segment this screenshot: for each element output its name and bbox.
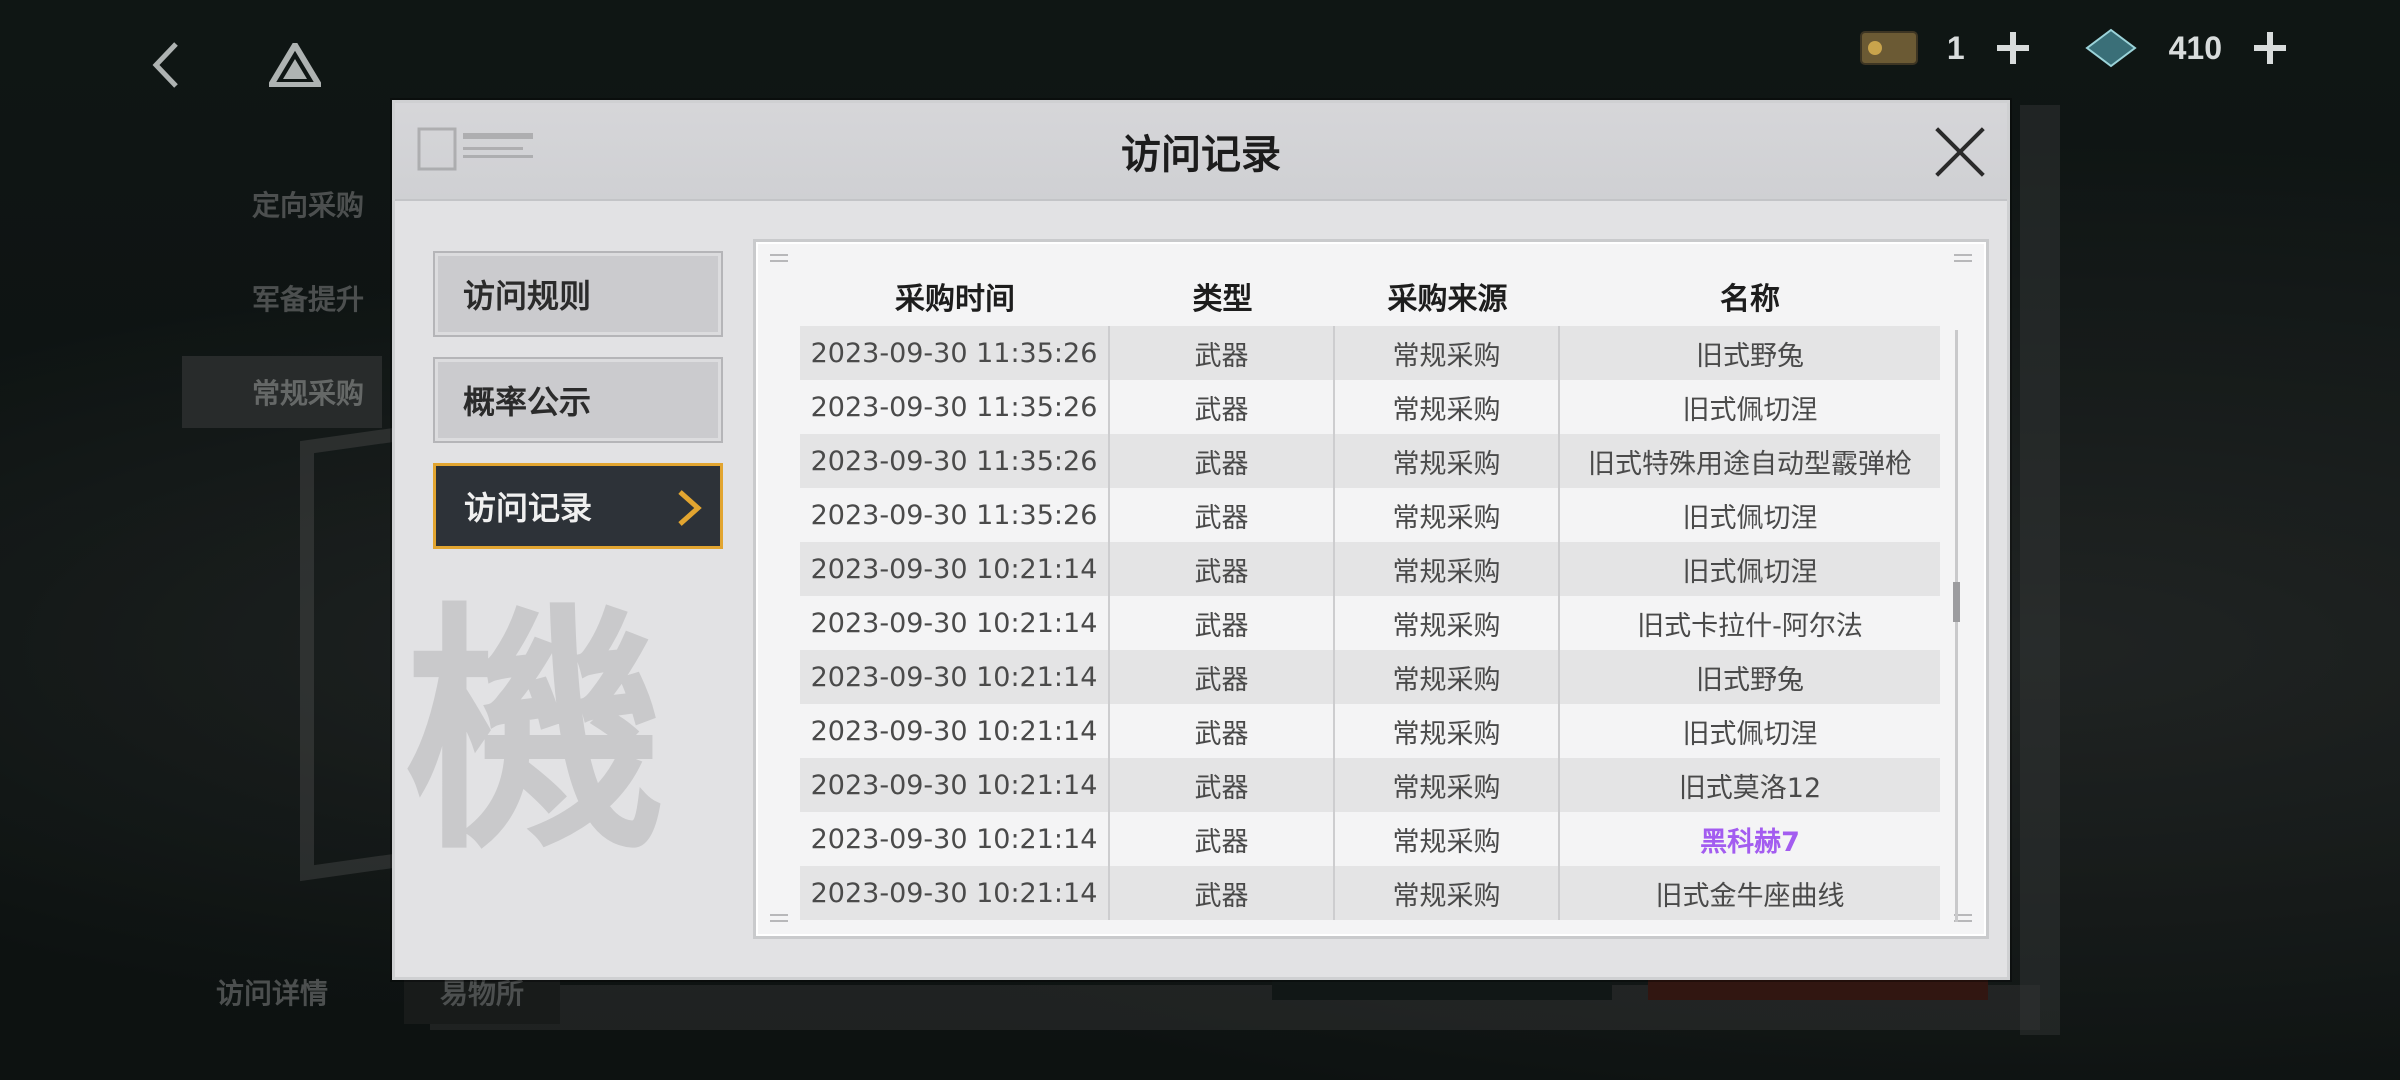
modal-title: 访问记录 [1121, 132, 1281, 178]
record-table-panel: 采购时间 类型 采购来源 名称 2023-09-30 11:35:26 武器 常… [753, 239, 1989, 939]
cell-time: 2023-09-30 10:21:14 [800, 650, 1110, 704]
add-resource-2-button[interactable] [2250, 28, 2290, 68]
cell-name: 旧式佩切涅 [1682, 556, 1818, 588]
table-scrollbar[interactable] [1955, 330, 1958, 922]
crystal-resource-icon [2084, 28, 2137, 68]
cell-source: 常规采购 [1335, 326, 1560, 380]
cell-time: 2023-09-30 11:35:26 [800, 326, 1110, 380]
cell-name: 旧式卡拉什-阿尔法 [1637, 610, 1863, 642]
cell-name: 旧式特殊用途自动型霰弹枪 [1588, 448, 1912, 480]
chevron-right-icon [678, 490, 702, 526]
watermark-glyph: 機 [405, 580, 665, 885]
cell-source: 常规采购 [1335, 704, 1560, 758]
header-source: 采购来源 [1387, 282, 1508, 317]
table-row: 2023-09-30 11:35:26 武器 常规采购 旧式佩切涅 [800, 488, 1940, 542]
cell-name: 旧式野兔 [1696, 664, 1804, 696]
cell-source: 常规采购 [1335, 380, 1560, 434]
cell-name: 旧式佩切涅 [1682, 394, 1818, 426]
cell-type: 武器 [1110, 542, 1335, 596]
table-row: 2023-09-30 10:21:14 武器 常规采购 黑科赫7 [800, 812, 1940, 866]
brand-logo-icon [417, 127, 533, 171]
cell-source: 常规采购 [1335, 650, 1560, 704]
cell-type: 武器 [1110, 866, 1335, 920]
tab-label: 访问记录 [464, 489, 593, 527]
table-row: 2023-09-30 10:21:14 武器 常规采购 旧式野兔 [800, 650, 1940, 704]
cell-type: 武器 [1110, 326, 1335, 380]
corner-mark [770, 254, 788, 262]
table-row: 2023-09-30 10:21:14 武器 常规采购 旧式莫洛12 [800, 758, 1940, 812]
cell-name: 旧式莫洛12 [1678, 772, 1822, 804]
cell-time: 2023-09-30 10:21:14 [800, 542, 1110, 596]
table-row: 2023-09-30 10:21:14 武器 常规采购 旧式佩切涅 [800, 542, 1940, 596]
table-row: 2023-09-30 10:21:14 武器 常规采购 旧式佩切涅 [800, 704, 1940, 758]
modal-side-tabs: 访问规则 概率公示 访问记录 [433, 251, 723, 569]
home-logo-button[interactable] [260, 30, 330, 100]
cell-type: 武器 [1110, 488, 1335, 542]
cell-name: 旧式野兔 [1696, 340, 1804, 372]
cell-time: 2023-09-30 11:35:26 [800, 488, 1110, 542]
cell-source: 常规采购 [1335, 758, 1560, 812]
tab-label: 访问规则 [463, 277, 592, 315]
cell-name: 旧式佩切涅 [1682, 502, 1818, 534]
cell-time: 2023-09-30 11:35:26 [800, 380, 1110, 434]
table-scroll-thumb[interactable] [1953, 582, 1960, 622]
modal-header: 访问记录 [395, 103, 2007, 201]
cell-type: 武器 [1110, 812, 1335, 866]
cell-source: 常规采购 [1335, 434, 1560, 488]
resource-1-count: 1 [1946, 29, 1965, 66]
back-button[interactable] [140, 30, 190, 100]
cell-source: 常规采购 [1335, 866, 1560, 920]
cell-time: 2023-09-30 10:21:14 [800, 866, 1110, 920]
cell-time: 2023-09-30 11:35:26 [800, 434, 1110, 488]
cell-type: 武器 [1110, 704, 1335, 758]
tab-probability[interactable]: 概率公示 [433, 357, 723, 443]
table-header: 采购时间 类型 采购来源 名称 [800, 268, 1940, 324]
table-row: 2023-09-30 11:35:26 武器 常规采购 旧式佩切涅 [800, 380, 1940, 434]
table-row: 2023-09-30 10:21:14 武器 常规采购 旧式卡拉什-阿尔法 [800, 596, 1940, 650]
close-button[interactable] [1931, 123, 1989, 181]
cell-type: 武器 [1110, 380, 1335, 434]
top-left-controls [140, 30, 330, 100]
table-row: 2023-09-30 11:35:26 武器 常规采购 旧式野兔 [800, 326, 1940, 380]
header-type: 类型 [1192, 282, 1253, 317]
corner-mark [770, 914, 788, 922]
header-purchase-time: 采购时间 [895, 282, 1015, 317]
cell-time: 2023-09-30 10:21:14 [800, 596, 1110, 650]
triangle-logo-icon [269, 43, 321, 87]
tab-access-rules[interactable]: 访问规则 [433, 251, 723, 337]
cell-source: 常规采购 [1335, 542, 1560, 596]
cell-type: 武器 [1110, 434, 1335, 488]
access-record-modal: 访问记录 访问规则 概率公示 访问记录 機 采购时间 类型 采购来源 名称 20… [392, 100, 2010, 980]
cell-type: 武器 [1110, 650, 1335, 704]
resource-2-count: 410 [2168, 29, 2222, 66]
cell-source: 常规采购 [1335, 596, 1560, 650]
chevron-left-icon [152, 42, 178, 88]
cell-name: 旧式佩切涅 [1682, 718, 1818, 750]
cell-time: 2023-09-30 10:21:14 [800, 812, 1110, 866]
tab-label: 概率公示 [463, 383, 592, 421]
cell-source: 常规采购 [1335, 812, 1560, 866]
cell-name: 旧式金牛座曲线 [1655, 880, 1845, 912]
header-name: 名称 [1720, 282, 1780, 317]
cell-time: 2023-09-30 10:21:14 [800, 758, 1110, 812]
resource-bar: 1 410 [1859, 28, 2290, 68]
cell-type: 武器 [1110, 758, 1335, 812]
add-resource-1-button[interactable] [1993, 28, 2033, 68]
table-row: 2023-09-30 10:21:14 武器 常规采购 旧式金牛座曲线 [800, 866, 1940, 920]
cell-time: 2023-09-30 10:21:14 [800, 704, 1110, 758]
ticket-resource-icon [1859, 31, 1918, 65]
cell-type: 武器 [1110, 596, 1335, 650]
corner-mark [1954, 254, 1972, 262]
cell-source: 常规采购 [1335, 488, 1560, 542]
cell-name-rare: 黑科赫7 [1700, 826, 1800, 858]
tab-access-record[interactable]: 访问记录 [433, 463, 723, 549]
table-body: 2023-09-30 11:35:26 武器 常规采购 旧式野兔 2023-09… [800, 326, 1940, 920]
table-row: 2023-09-30 11:35:26 武器 常规采购 旧式特殊用途自动型霰弹枪 [800, 434, 1940, 488]
